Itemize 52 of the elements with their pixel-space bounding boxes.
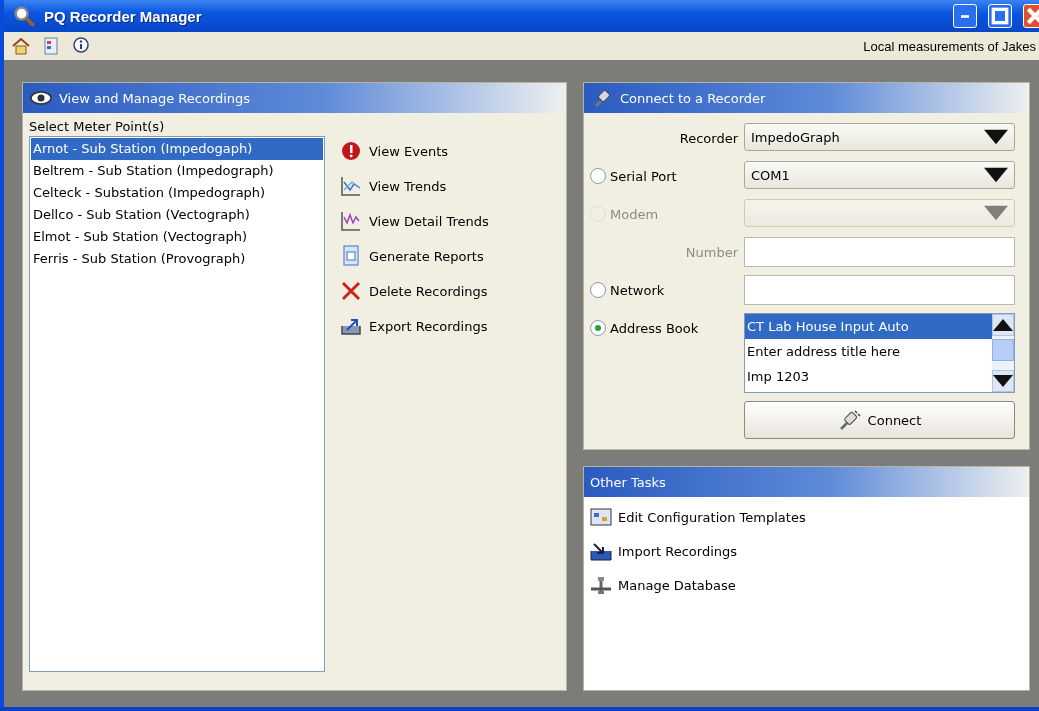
field-label: Serial Port [610, 168, 677, 184]
input-field[interactable] [744, 275, 1015, 305]
action-link[interactable]: Generate Reports [339, 244, 489, 268]
field-label: Network [610, 282, 665, 298]
field-label: Address Book [610, 320, 699, 336]
action-link[interactable]: Export Recordings [339, 314, 489, 338]
import-icon [590, 541, 612, 561]
radio-button[interactable] [590, 320, 606, 336]
action-link[interactable]: View Events [339, 139, 489, 163]
dropdown[interactable]: ImpedoGraph [744, 123, 1015, 151]
minimize-icon [961, 14, 969, 18]
toolbar-caption: Local measurements of Jakes [863, 38, 1036, 54]
field-label: Modem [610, 206, 659, 222]
home-icon[interactable] [10, 36, 32, 56]
panel-title: Connect to a Recorder [620, 90, 766, 106]
template-icon [590, 507, 612, 527]
action-link[interactable]: View Trends [339, 174, 489, 198]
list-item[interactable]: Dellco - Sub Station (Vectograph) [31, 204, 323, 226]
alert-icon [339, 139, 363, 163]
list-label: Select Meter Point(s) [29, 119, 166, 134]
minimize-button[interactable] [953, 4, 977, 28]
task-link[interactable]: Edit Configuration Templates [590, 507, 1023, 527]
list-item[interactable]: Arnot - Sub Station (Impedogaph) [31, 138, 323, 160]
action-link[interactable]: Delete Recordings [339, 279, 489, 303]
radio-button[interactable] [590, 282, 606, 298]
field-label: Number [685, 244, 738, 260]
task-link[interactable]: Manage Database [590, 575, 1023, 595]
list-item[interactable]: Ferris - Sub Station (Provograph) [31, 248, 323, 270]
list-item[interactable]: CT Lab House Input Auto [745, 314, 992, 339]
maximize-button[interactable] [988, 4, 1012, 28]
action-link[interactable]: View Detail Trends [339, 209, 489, 233]
tool-icon [590, 575, 612, 595]
list-item[interactable]: Enter address title here [745, 339, 992, 364]
task-link[interactable]: Import Recordings [590, 541, 1023, 561]
chart-icon [339, 209, 363, 233]
maximize-icon [989, 6, 1011, 26]
connect-button[interactable]: Connect [744, 401, 1015, 439]
list-item[interactable]: Imp 1203 [745, 364, 992, 389]
list-item[interactable]: Beltrem - Sub Station (Impedograph) [31, 160, 323, 182]
panel-title: Other Tasks [590, 474, 666, 490]
magnifier-icon [12, 4, 36, 28]
list-item[interactable]: Celteck - Substation (Impedograph) [31, 182, 323, 204]
cross-icon [339, 279, 363, 303]
chart-icon [339, 174, 363, 198]
radio-button[interactable] [590, 168, 606, 184]
dropdown[interactable]: COM1 [744, 161, 1015, 189]
panel-title: View and Manage Recordings [59, 90, 251, 106]
window-title: PQ Recorder Manager [44, 7, 202, 25]
info-icon[interactable] [70, 36, 92, 56]
field-label: Recorder [679, 130, 738, 146]
scrollbar[interactable] [992, 314, 1014, 392]
list-item[interactable]: Elmot - Sub Station (Vectograph) [31, 226, 323, 248]
